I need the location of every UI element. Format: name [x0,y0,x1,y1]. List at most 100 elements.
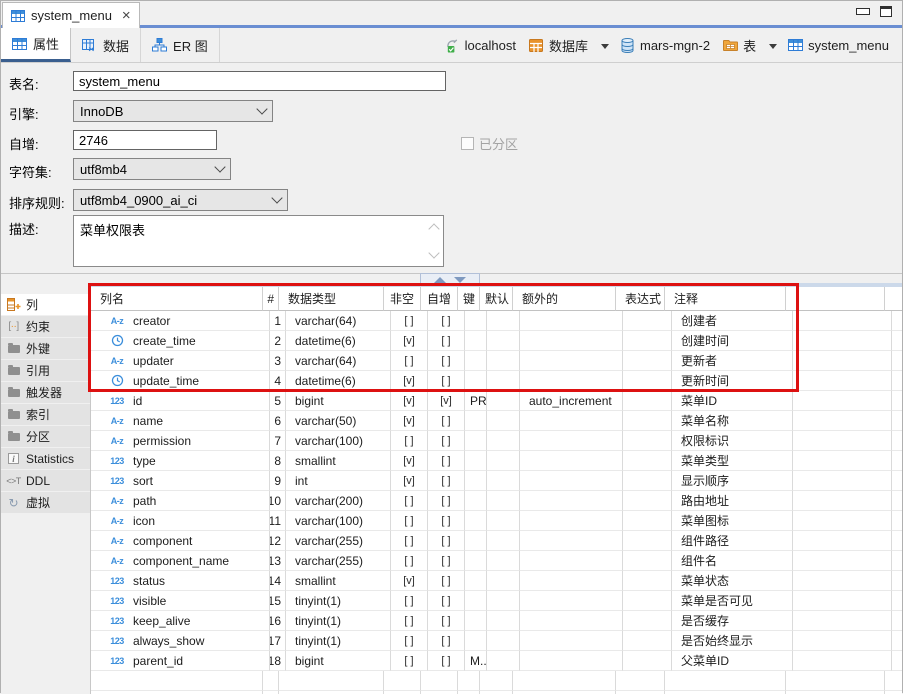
sidebar-item-ddl[interactable]: <>T DDL [1,470,90,491]
cell-empty[interactable] [793,431,892,451]
col-header-key[interactable]: 键 [458,287,480,311]
chevron-down-icon[interactable] [600,43,609,49]
cell-ordinal[interactable]: 6 [270,411,286,431]
cell-extra[interactable] [520,411,623,431]
cell-expression[interactable] [623,631,672,651]
cell-autoincrement-checkbox[interactable]: [ ] [428,311,465,331]
cell-comment[interactable]: 组件路径 [672,531,793,551]
cell-expression[interactable] [623,451,672,471]
sidebar-item-references[interactable]: 引用 [1,360,90,381]
cell-expression[interactable] [623,411,672,431]
cell-autoincrement-checkbox[interactable]: [ ] [428,471,465,491]
cell-empty[interactable] [793,531,892,551]
cell-name[interactable]: 123 keep_alive [91,611,270,631]
close-icon[interactable]: × [122,8,131,23]
cell-ordinal[interactable]: 13 [270,551,286,571]
cell-comment[interactable]: 路由地址 [672,491,793,511]
cell-name[interactable]: A-z component [91,531,270,551]
cell-datatype[interactable]: bigint [286,391,391,411]
cell-default[interactable] [487,411,520,431]
cell-key[interactable] [465,611,487,631]
cell-comment[interactable]: 父菜单ID [672,651,793,671]
sidebar-item-columns[interactable]: 列 [1,294,90,315]
view-tab-er-diagram[interactable]: ER 图 [141,28,220,62]
cell-name[interactable]: A-z permission [91,431,270,451]
sidebar-item-statistics[interactable]: i Statistics [1,448,90,469]
cell-notnull-checkbox[interactable]: [ ] [391,311,428,331]
cell-notnull-checkbox[interactable]: [v] [391,451,428,471]
cell-expression[interactable] [623,571,672,591]
cell-notnull-checkbox[interactable]: [ ] [391,511,428,531]
cell-extra[interactable] [520,491,623,511]
col-header-type[interactable]: 数据类型 [279,287,384,311]
cell-empty[interactable] [793,551,892,571]
cell-extra[interactable] [520,651,623,671]
cell-ordinal[interactable]: 4 [270,371,286,391]
cell-comment[interactable]: 创建者 [672,311,793,331]
cell-key[interactable] [465,371,487,391]
cell-name[interactable]: 123 status [91,571,270,591]
cell-expression[interactable] [623,611,672,631]
cell-notnull-checkbox[interactable]: [ ] [391,631,428,651]
cell-ordinal[interactable]: 15 [270,591,286,611]
cell-autoincrement-checkbox[interactable]: [ ] [428,431,465,451]
cell-empty[interactable] [793,611,892,631]
cell-empty[interactable] [793,411,892,431]
cell-extra[interactable] [520,631,623,651]
cell-autoincrement-checkbox[interactable]: [ ] [428,531,465,551]
cell-empty[interactable] [793,451,892,471]
cell-ordinal[interactable]: 1 [270,311,286,331]
cell-empty[interactable] [793,591,892,611]
cell-extra[interactable] [520,311,623,331]
cell-default[interactable] [487,571,520,591]
sidebar-item-virtual[interactable]: ↻︎ 虚拟 [1,492,90,513]
cell-expression[interactable] [623,471,672,491]
cell-extra[interactable]: auto_increment [520,391,623,411]
cell-datatype[interactable]: tinyint(1) [286,611,391,631]
cell-name[interactable]: update_time [91,371,270,391]
cell-empty[interactable] [793,391,892,411]
cell-default[interactable] [487,531,520,551]
cell-notnull-checkbox[interactable]: [v] [391,471,428,491]
cell-ordinal[interactable]: 18 [270,651,286,671]
cell-key[interactable]: M... [465,651,487,671]
cell-datatype[interactable]: smallint [286,451,391,471]
cell-name[interactable]: A-z path [91,491,270,511]
cell-ordinal[interactable]: 12 [270,531,286,551]
cell-comment[interactable]: 更新时间 [672,371,793,391]
cell-default[interactable] [487,511,520,531]
cell-comment[interactable]: 显示顺序 [672,471,793,491]
cell-autoincrement-checkbox[interactable]: [ ] [428,491,465,511]
cell-expression[interactable] [623,551,672,571]
cell-datatype[interactable]: tinyint(1) [286,591,391,611]
cell-extra[interactable] [520,351,623,371]
cell-datatype[interactable]: tinyint(1) [286,631,391,651]
cell-extra[interactable] [520,451,623,471]
cell-default[interactable] [487,371,520,391]
cell-empty[interactable] [793,371,892,391]
cell-key[interactable] [465,471,487,491]
engine-select[interactable]: InnoDB [73,100,273,122]
cell-notnull-checkbox[interactable]: [v] [391,391,428,411]
breadcrumb-item-mars-mgn-2[interactable]: mars-mgn-2 [617,36,713,55]
cell-notnull-checkbox[interactable]: [ ] [391,431,428,451]
cell-extra[interactable] [520,591,623,611]
cell-name[interactable]: 123 type [91,451,270,471]
breadcrumb-item-tables[interactable]: 表 [720,34,759,57]
cell-expression[interactable] [623,311,672,331]
cell-autoincrement-checkbox[interactable]: [ ] [428,411,465,431]
cell-name[interactable]: 123 visible [91,591,270,611]
cell-notnull-checkbox[interactable]: [v] [391,331,428,351]
col-header-name[interactable]: 列名 [91,287,263,311]
breadcrumb-item-localhost[interactable]: localhost [442,36,519,55]
cell-default[interactable] [487,651,520,671]
cell-empty[interactable] [793,331,892,351]
cell-ordinal[interactable]: 7 [270,431,286,451]
cell-name[interactable]: A-z component_name [91,551,270,571]
cell-comment[interactable]: 组件名 [672,551,793,571]
cell-comment[interactable]: 是否缓存 [672,611,793,631]
col-header-num[interactable]: # [263,287,279,311]
cell-ordinal[interactable]: 8 [270,451,286,471]
cell-expression[interactable] [623,351,672,371]
cell-key[interactable] [465,511,487,531]
